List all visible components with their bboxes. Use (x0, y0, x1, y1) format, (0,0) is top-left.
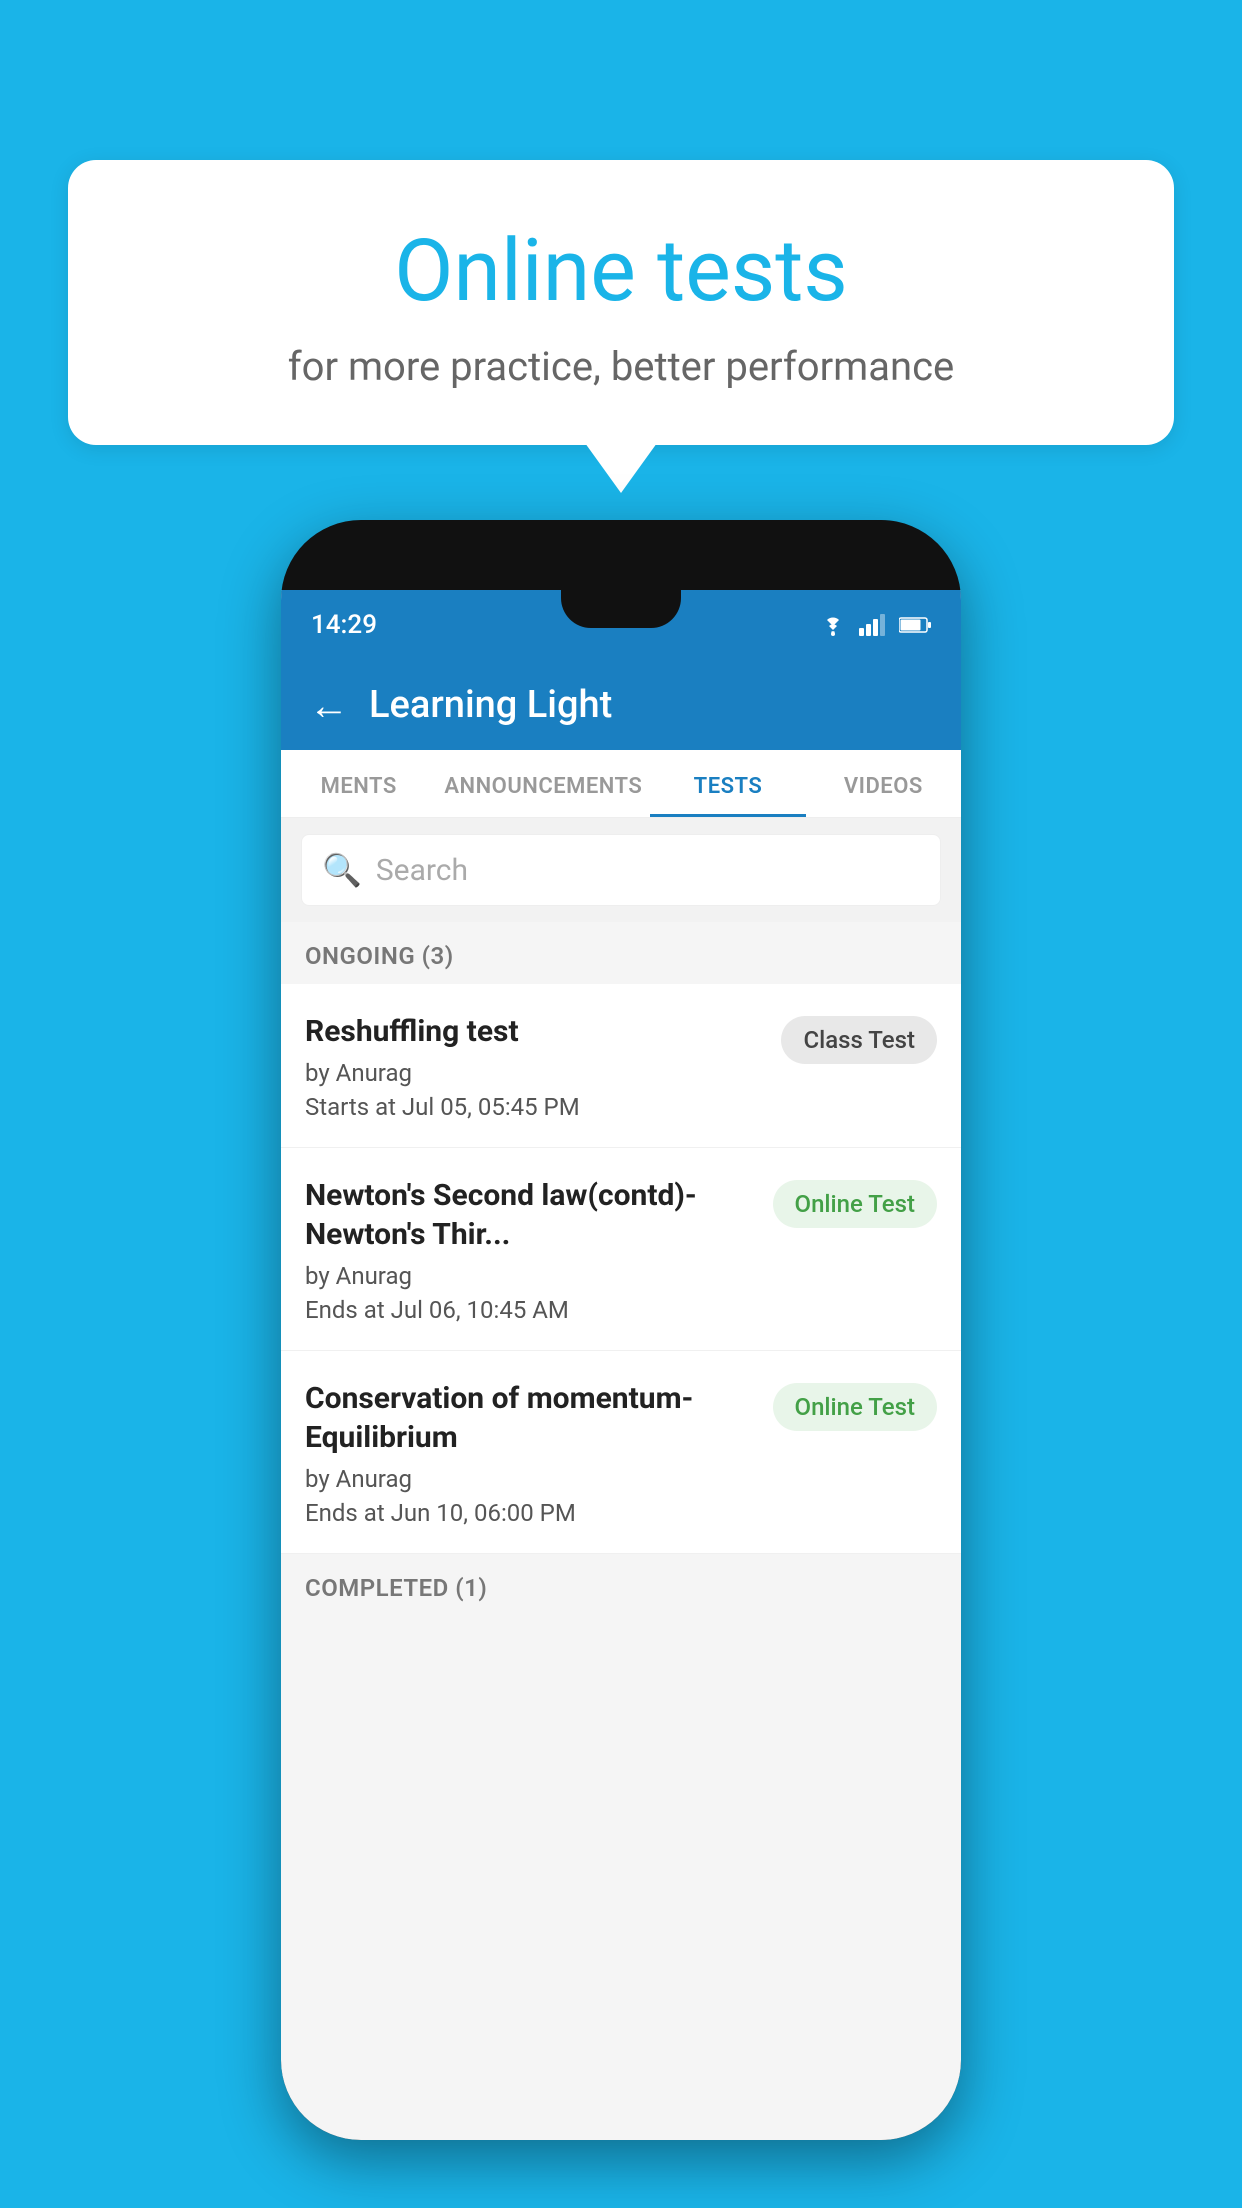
test-item-1-content: Reshuffling test by Anurag Starts at Jul… (305, 1012, 781, 1121)
battery-icon (899, 616, 931, 634)
test-item-1[interactable]: Reshuffling test by Anurag Starts at Jul… (281, 984, 961, 1148)
bubble-title: Online tests (118, 220, 1124, 321)
test-author-1: by Anurag (305, 1059, 765, 1087)
test-badge-2: Online Test (773, 1180, 937, 1228)
search-placeholder: Search (376, 853, 468, 888)
tabs-bar: MENTS ANNOUNCEMENTS TESTS VIDEOS (281, 750, 961, 818)
tab-tests[interactable]: TESTS (650, 750, 805, 817)
bubble-subtitle: for more practice, better performance (118, 343, 1124, 390)
test-time-1: Starts at Jul 05, 05:45 PM (305, 1093, 765, 1121)
wifi-icon (819, 614, 847, 636)
tab-videos[interactable]: VIDEOS (806, 750, 961, 817)
search-icon: 🔍 (322, 851, 362, 889)
test-item-3-content: Conservation of momentum-Equilibrium by … (305, 1379, 773, 1527)
tab-announcements[interactable]: ANNOUNCEMENTS (436, 750, 650, 817)
phone-frame: 14:29 (281, 520, 961, 2140)
test-badge-3: Online Test (773, 1383, 937, 1431)
search-bar[interactable]: 🔍 Search (301, 834, 941, 906)
speech-bubble: Online tests for more practice, better p… (68, 160, 1174, 445)
test-author-2: by Anurag (305, 1262, 757, 1290)
app-bar: ← Learning Light (281, 660, 961, 750)
test-title-2: Newton's Second law(contd)-Newton's Thir… (305, 1176, 757, 1254)
phone-screen: 14:29 (281, 590, 961, 2140)
status-bar: 14:29 (281, 590, 961, 660)
test-title-3: Conservation of momentum-Equilibrium (305, 1379, 757, 1457)
completed-section-header: COMPLETED (1) (281, 1554, 961, 1616)
test-item-2-content: Newton's Second law(contd)-Newton's Thir… (305, 1176, 773, 1324)
test-item-3[interactable]: Conservation of momentum-Equilibrium by … (281, 1351, 961, 1554)
status-time: 14:29 (311, 610, 377, 640)
back-button[interactable]: ← (309, 682, 349, 729)
test-badge-1: Class Test (781, 1016, 937, 1064)
signal-icon (859, 614, 887, 636)
notch (561, 590, 681, 628)
tab-ments[interactable]: MENTS (281, 750, 436, 817)
ongoing-section-header: ONGOING (3) (281, 922, 961, 984)
app-bar-title: Learning Light (369, 683, 612, 727)
search-container: 🔍 Search (281, 818, 961, 922)
status-icons (819, 614, 931, 636)
test-author-3: by Anurag (305, 1465, 757, 1493)
test-time-3: Ends at Jun 10, 06:00 PM (305, 1499, 757, 1527)
test-title-1: Reshuffling test (305, 1012, 765, 1051)
test-item-2[interactable]: Newton's Second law(contd)-Newton's Thir… (281, 1148, 961, 1351)
test-list: Reshuffling test by Anurag Starts at Jul… (281, 984, 961, 1554)
test-time-2: Ends at Jul 06, 10:45 AM (305, 1296, 757, 1324)
